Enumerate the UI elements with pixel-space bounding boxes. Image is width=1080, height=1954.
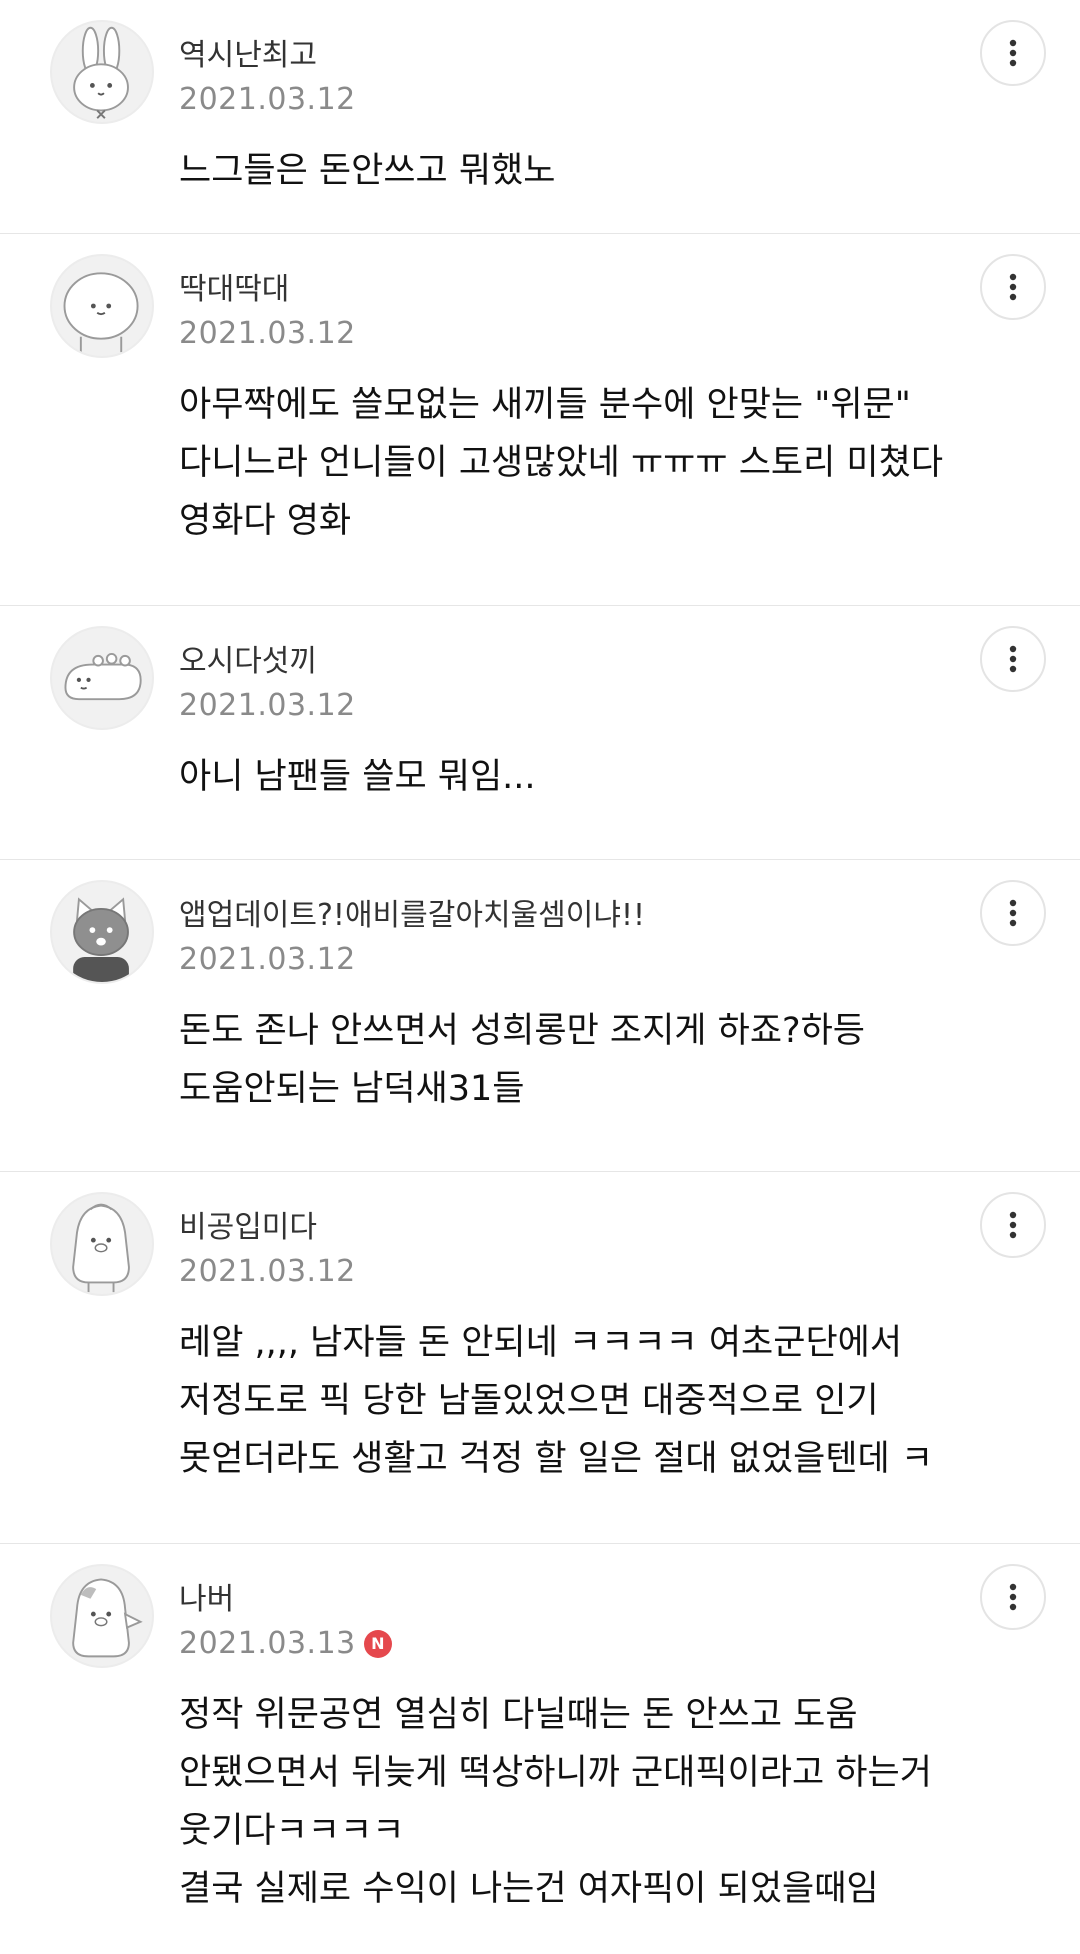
more-options-button[interactable]: [980, 1192, 1046, 1258]
comment-text-line: 아니 남팬들 쓸모 뭐임...: [179, 757, 536, 797]
comment-date: 2021.03.12: [179, 82, 356, 117]
comment-text-line: 안됐으면서 뒤늦게 떡상하니까 군대픽이라고 하는거: [179, 1753, 932, 1793]
comment-item: 앱업데이트?!애비를갈아치울셈이냐!! 2021.03.12 돈도 존나 안쓰면…: [0, 860, 1080, 1172]
comment-date: 2021.03.13: [179, 1626, 356, 1661]
comment-text-line: 돈도 존나 안쓰면서 성희롱만 조지게 하죠?하등: [179, 1011, 866, 1051]
comment-date: 2021.03.12: [179, 316, 356, 351]
ghost-penguin-avatar-icon[interactable]: [50, 1564, 154, 1668]
comment-date-row: 2021.03.13 N: [179, 1626, 392, 1661]
comment-text-line: 레알 ,,,, 남자들 돈 안되네 ㅋㅋㅋㅋ 여초군단에서: [179, 1323, 903, 1363]
more-vertical-icon: [1009, 273, 1017, 301]
comment-body: 아니 남팬들 쓸모 뭐임...: [179, 748, 1019, 806]
comment-date-row: 2021.03.12: [179, 942, 356, 977]
comment-text-line: 도움안되는 남덕새31들: [179, 1069, 525, 1109]
comment-item: 나버 2021.03.13 N 정작 위문공연 열심히 다닐때는 돈 안쓰고 도…: [0, 1544, 1080, 1954]
comment-date-row: 2021.03.12: [179, 316, 356, 351]
comment-text-line: 느그들은 돈안쓰고 뭐했노: [179, 151, 556, 191]
more-vertical-icon: [1009, 39, 1017, 67]
comment-nickname[interactable]: 딱대딱대: [179, 264, 289, 308]
comment-text-line: 영화다 영화: [179, 501, 352, 541]
comment-text-line: 저정도로 픽 당한 남돌있었으면 대중적으로 인기: [179, 1381, 879, 1421]
comment-body: 정작 위문공연 열심히 다닐때는 돈 안쓰고 도움 안됐으면서 뒤늦게 떡상하니…: [179, 1686, 1019, 1918]
comment-text-line: 못얻더라도 생활고 걱정 할 일은 절대 없었을텐데 ㅋ: [179, 1439, 934, 1479]
comment-item: 딱대딱대 2021.03.12 아무짝에도 쓸모없는 새끼들 분수에 안맞는 "…: [0, 234, 1080, 606]
comment-nickname[interactable]: 역시난최고: [179, 30, 317, 74]
comment-text-line: 결국 실제로 수익이 나는건 여자픽이 되었을때임: [179, 1869, 879, 1909]
blob-avatar-icon[interactable]: [50, 254, 154, 358]
comment-date-row: 2021.03.12: [179, 82, 356, 117]
bunny-avatar-icon[interactable]: [50, 20, 154, 124]
cat-avatar-icon[interactable]: [50, 880, 154, 984]
comment-date: 2021.03.12: [179, 942, 356, 977]
comment-date: 2021.03.12: [179, 688, 356, 723]
comment-body: 레알 ,,,, 남자들 돈 안되네 ㅋㅋㅋㅋ 여초군단에서 저정도로 픽 당한 …: [179, 1314, 1019, 1488]
more-vertical-icon: [1009, 645, 1017, 673]
comment-nickname[interactable]: 비공입미다: [179, 1202, 317, 1246]
comment-body: 느그들은 돈안쓰고 뭐했노: [179, 142, 1019, 200]
comment-text-line: 다니느라 언니들이 고생많았네 ㅠㅠㅠ 스토리 미쳤다: [179, 443, 944, 483]
comment-date-row: 2021.03.12: [179, 688, 356, 723]
comment-text-line: 정작 위문공연 열심히 다닐때는 돈 안쓰고 도움: [179, 1695, 858, 1735]
comment-date-row: 2021.03.12: [179, 1254, 356, 1289]
comment-date: 2021.03.12: [179, 1254, 356, 1289]
comment-text-line: 웃기다ㅋㅋㅋㅋ: [179, 1811, 405, 1851]
comment-body: 돈도 존나 안쓰면서 성희롱만 조지게 하죠?하등 도움안되는 남덕새31들: [179, 1002, 1019, 1118]
comment-item: 비공입미다 2021.03.12 레알 ,,,, 남자들 돈 안되네 ㅋㅋㅋㅋ …: [0, 1172, 1080, 1544]
comment-nickname[interactable]: 오시다섯끼: [179, 636, 317, 680]
comment-nickname[interactable]: 나버: [179, 1574, 234, 1618]
comment-list: 역시난최고 2021.03.12 느그들은 돈안쓰고 뭐했노 딱대딱대 2021…: [0, 0, 1080, 1954]
more-options-button[interactable]: [980, 1564, 1046, 1630]
more-vertical-icon: [1009, 1583, 1017, 1611]
comment-body: 아무짝에도 쓸모없는 새끼들 분수에 안맞는 "위문" 다니느라 언니들이 고생…: [179, 376, 1019, 550]
lying-creature-avatar-icon[interactable]: [50, 626, 154, 730]
new-badge: N: [363, 1629, 392, 1658]
comment-item: 오시다섯끼 2021.03.12 아니 남팬들 쓸모 뭐임...: [0, 606, 1080, 860]
comment-nickname[interactable]: 앱업데이트?!애비를갈아치울셈이냐!!: [179, 890, 645, 934]
more-options-button[interactable]: [980, 254, 1046, 320]
more-vertical-icon: [1009, 1211, 1017, 1239]
more-options-button[interactable]: [980, 880, 1046, 946]
more-options-button[interactable]: [980, 626, 1046, 692]
comment-text-line: 아무짝에도 쓸모없는 새끼들 분수에 안맞는 "위문": [179, 385, 911, 425]
comment-item: 역시난최고 2021.03.12 느그들은 돈안쓰고 뭐했노: [0, 0, 1080, 234]
more-vertical-icon: [1009, 899, 1017, 927]
penguin-avatar-icon[interactable]: [50, 1192, 154, 1296]
more-options-button[interactable]: [980, 20, 1046, 86]
